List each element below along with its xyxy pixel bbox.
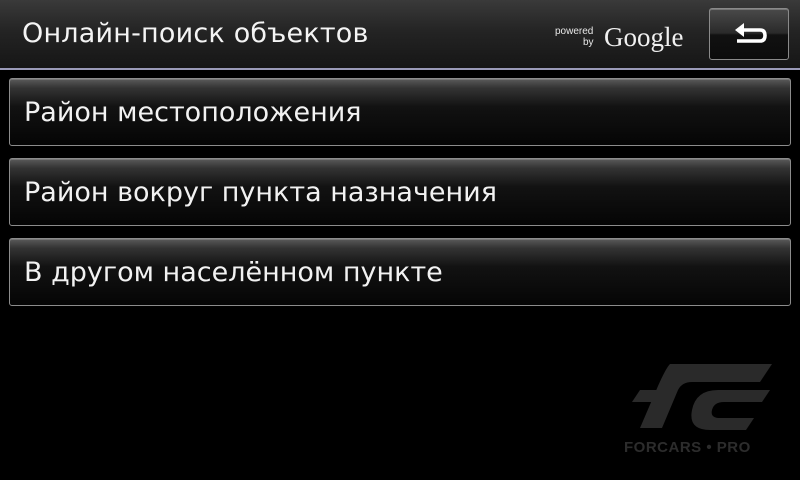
- menu-item-label: В другом населённом пункте: [24, 257, 443, 288]
- menu-item-destination-area[interactable]: Район вокруг пункта назначения: [9, 158, 791, 226]
- forcars-logo-icon: [632, 364, 772, 430]
- menu-item-label: Район местоположения: [24, 97, 362, 128]
- page-title: Онлайн-поиск объектов: [22, 18, 369, 49]
- menu-item-label: Район вокруг пункта назначения: [24, 177, 497, 208]
- by-label: by: [583, 37, 594, 48]
- menu-item-other-city[interactable]: В другом населённом пункте: [9, 238, 791, 306]
- menu-item-current-location-area[interactable]: Район местоположения: [9, 78, 791, 146]
- powered-by-google-logo: powered by Google: [552, 20, 692, 56]
- watermark-text: FORCARS • PRO: [624, 439, 751, 456]
- google-label: Google: [604, 22, 684, 52]
- back-arrow-icon: [735, 23, 767, 43]
- header-bar: Онлайн-поиск объектов powered by Google: [0, 0, 800, 70]
- back-button[interactable]: [709, 8, 789, 60]
- forcars-watermark: FORCARS • PRO: [622, 362, 772, 462]
- powered-label: powered: [555, 26, 594, 37]
